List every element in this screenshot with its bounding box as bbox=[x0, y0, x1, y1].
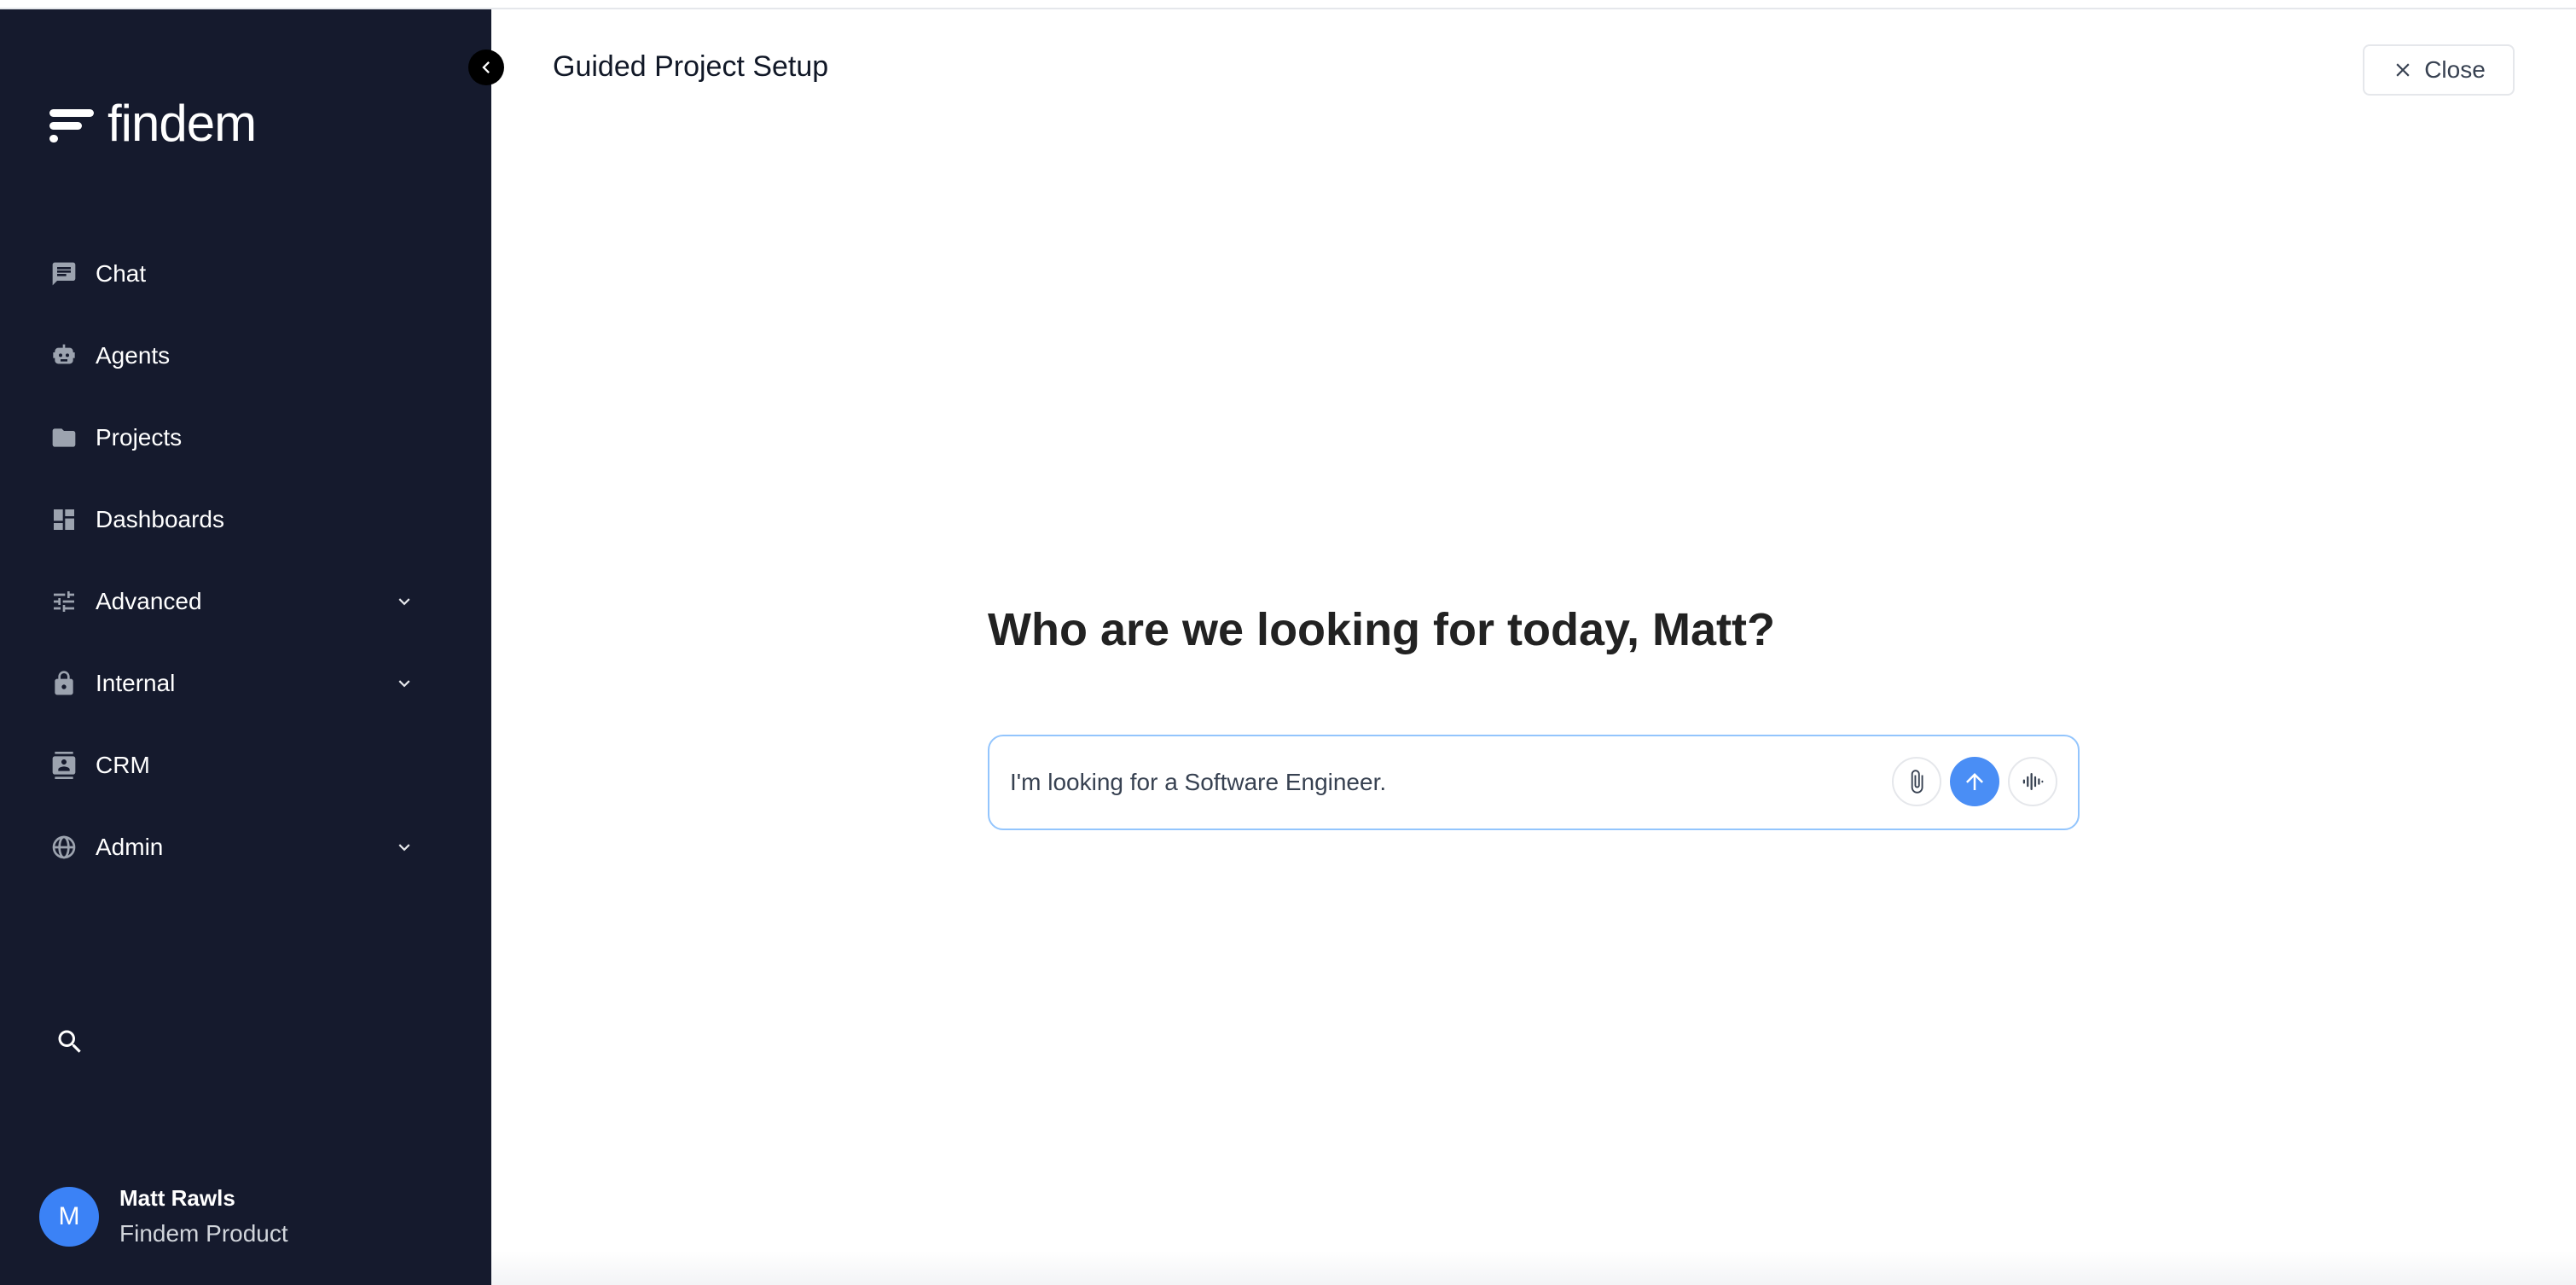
attach-button[interactable] bbox=[1892, 757, 1941, 806]
chevron-down-icon[interactable] bbox=[391, 834, 418, 861]
sidebar-item-label: CRM bbox=[96, 752, 150, 778]
welcome-headline: Who are we looking for today, Matt? bbox=[988, 604, 1776, 655]
sidebar-item-dashboards[interactable]: Dashboards bbox=[0, 479, 491, 561]
avatar: M bbox=[39, 1186, 99, 1247]
logo-text: findem bbox=[107, 95, 257, 152]
folder-icon bbox=[49, 423, 78, 452]
arrow-up-icon bbox=[1962, 769, 1987, 794]
findem-logo-mark bbox=[49, 101, 96, 147]
sidebar-item-crm[interactable]: CRM bbox=[0, 724, 491, 806]
sidebar-item-internal[interactable]: Internal bbox=[0, 642, 491, 724]
prompt-composer bbox=[988, 735, 2080, 830]
contact-card-icon bbox=[49, 751, 78, 780]
sidebar-item-label: Projects bbox=[96, 424, 183, 451]
sidebar-item-label: Agents bbox=[96, 342, 171, 369]
bottom-fade bbox=[491, 1251, 2576, 1285]
page-title: Guided Project Setup bbox=[553, 50, 829, 83]
waveform-icon bbox=[2020, 769, 2045, 794]
sidebar-nav: Chat Agents Projects Dashboards Advanced bbox=[0, 233, 491, 888]
prompt-input[interactable] bbox=[1010, 757, 1863, 808]
chevron-left-icon bbox=[474, 55, 498, 79]
sidebar-item-label: Dashboards bbox=[96, 506, 224, 532]
voice-button[interactable] bbox=[2008, 757, 2057, 806]
sidebar-item-admin[interactable]: Admin bbox=[0, 806, 491, 888]
user-profile[interactable]: M Matt Rawls Findem Product bbox=[39, 1185, 288, 1247]
sidebar-item-label: Admin bbox=[96, 834, 164, 860]
main-content: Guided Project Setup Close Who are we lo… bbox=[491, 9, 2576, 1285]
paperclip-icon bbox=[1904, 769, 1929, 794]
user-name: Matt Rawls bbox=[119, 1185, 235, 1211]
chat-icon bbox=[49, 259, 78, 288]
chevron-down-icon[interactable] bbox=[391, 670, 418, 697]
sidebar-item-advanced[interactable]: Advanced bbox=[0, 561, 491, 642]
close-icon bbox=[2392, 59, 2414, 81]
robot-icon bbox=[49, 341, 78, 370]
collapse-sidebar-button[interactable] bbox=[468, 49, 504, 85]
sidebar-item-label: Internal bbox=[96, 670, 176, 696]
send-button[interactable] bbox=[1950, 757, 1999, 806]
sidebar-item-agents[interactable]: Agents bbox=[0, 315, 491, 397]
sidebar-item-label: Advanced bbox=[96, 588, 202, 614]
search-icon[interactable] bbox=[55, 1026, 85, 1057]
top-border bbox=[0, 0, 2576, 9]
sidebar: findem Chat Agents Projects Dashboards A… bbox=[0, 9, 491, 1285]
dashboard-icon bbox=[49, 505, 78, 534]
close-label: Close bbox=[2424, 56, 2486, 83]
sidebar-item-label: Chat bbox=[96, 260, 147, 287]
sidebar-item-projects[interactable]: Projects bbox=[0, 397, 491, 479]
tune-icon bbox=[49, 587, 78, 616]
chevron-down-icon[interactable] bbox=[391, 588, 418, 615]
sidebar-item-chat[interactable]: Chat bbox=[0, 233, 491, 315]
globe-icon bbox=[49, 833, 78, 862]
lock-icon bbox=[49, 669, 78, 698]
findem-logo: findem bbox=[49, 95, 257, 152]
close-button[interactable]: Close bbox=[2363, 44, 2515, 96]
user-org: Findem Product bbox=[119, 1220, 288, 1247]
